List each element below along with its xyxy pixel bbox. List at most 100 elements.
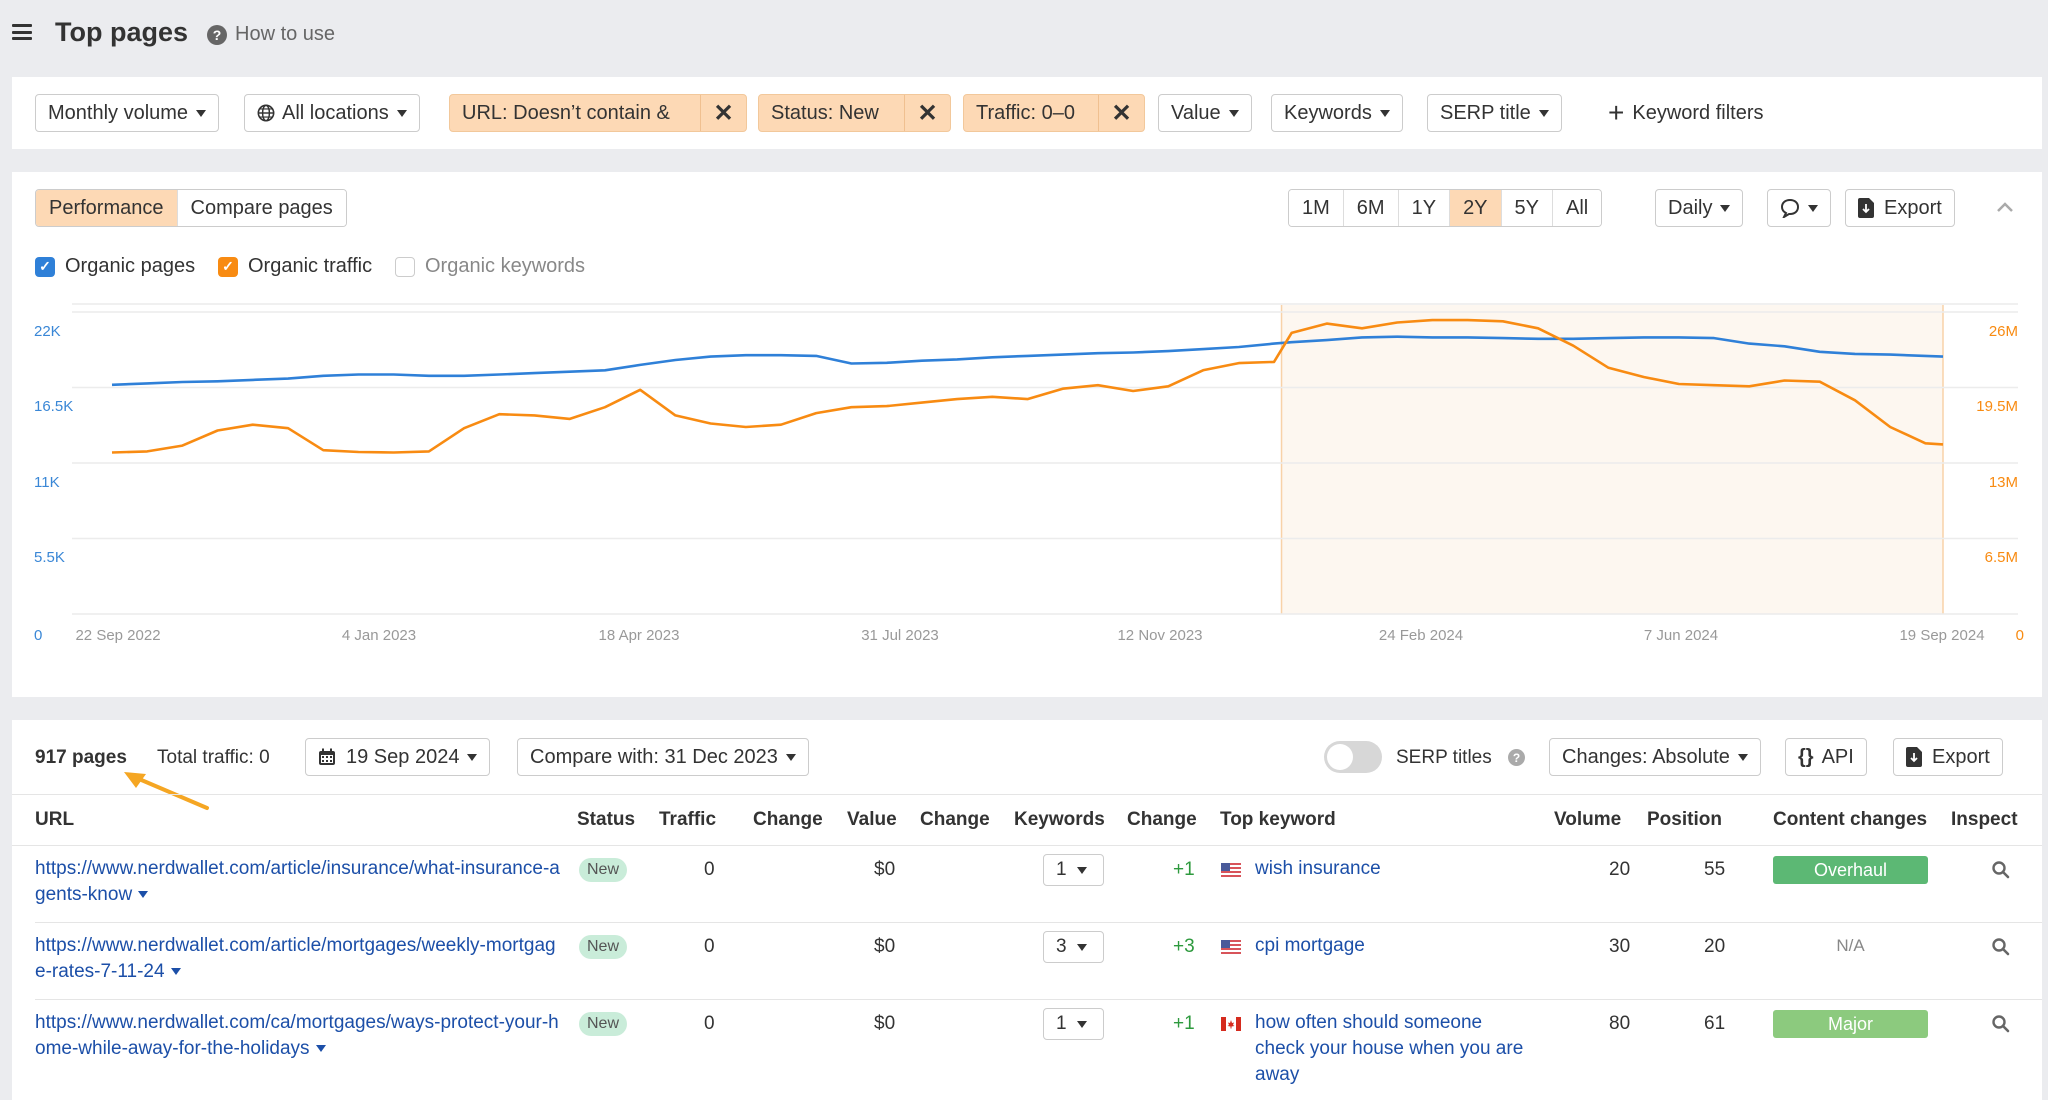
- content-change-badge[interactable]: Major: [1773, 1010, 1928, 1038]
- keywords-count-dropdown[interactable]: 1: [1043, 854, 1104, 886]
- keywords-count-dropdown[interactable]: 1: [1043, 1008, 1104, 1040]
- ca-flag-icon: [1221, 1017, 1241, 1031]
- keyword-filters-label: Keyword filters: [1632, 102, 1763, 125]
- url-text: https://www.nerdwallet.com/article/mortg…: [35, 935, 556, 982]
- changes-dropdown[interactable]: Changes: Absolute: [1549, 738, 1761, 776]
- caret-down-icon: [1380, 110, 1390, 117]
- col-inspect: Inspect: [1951, 809, 2018, 831]
- inspect-search-icon[interactable]: [1991, 937, 2011, 957]
- col-value[interactable]: Value: [847, 809, 897, 831]
- col-traffic[interactable]: Traffic: [659, 809, 716, 831]
- caret-down-icon: [1077, 1021, 1087, 1028]
- remove-filter-icon[interactable]: ✕: [904, 95, 950, 131]
- col-content-changes[interactable]: Content changes: [1773, 809, 1927, 831]
- globe-icon: [257, 104, 275, 122]
- divider: [12, 794, 2042, 795]
- date-picker[interactable]: 19 Sep 2024: [305, 738, 490, 776]
- divider: [35, 922, 2042, 923]
- inspect-search-icon[interactable]: [1991, 1014, 2011, 1034]
- status-badge: New: [579, 935, 627, 959]
- divider: [12, 845, 2042, 846]
- hamburger-menu-icon[interactable]: [12, 24, 32, 40]
- caret-down-icon: [1738, 754, 1748, 761]
- api-label: API: [1822, 746, 1854, 769]
- remove-filter-icon[interactable]: ✕: [1098, 95, 1144, 131]
- col-traffic-change[interactable]: Change: [753, 809, 823, 831]
- locations-dropdown[interactable]: All locations: [244, 94, 420, 132]
- filter-bar: Monthly volume All locations URL: Doesn’…: [12, 77, 2042, 149]
- position-value: 61: [1704, 1013, 1725, 1035]
- filter-chip-label: Status: New: [759, 95, 904, 131]
- status-badge: New: [579, 858, 627, 882]
- filter-chip-url[interactable]: URL: Doesn’t contain & ✕: [449, 94, 747, 132]
- how-to-use-link[interactable]: ? How to use: [207, 23, 335, 46]
- serp-title-label: SERP title: [1440, 102, 1531, 125]
- caret-down-icon[interactable]: [138, 891, 148, 898]
- caret-down-icon: [467, 754, 477, 761]
- filter-chip-status[interactable]: Status: New ✕: [758, 94, 951, 132]
- filter-chip-label: URL: Doesn’t contain &: [450, 95, 700, 131]
- col-keywords[interactable]: Keywords: [1014, 809, 1105, 831]
- content-change-na: N/A: [1773, 936, 1928, 956]
- inspect-search-icon[interactable]: [1991, 860, 2011, 880]
- filter-chip-traffic[interactable]: Traffic: 0–0 ✕: [963, 94, 1145, 132]
- value-label: Value: [1171, 102, 1221, 125]
- keywords-change: +1: [1173, 859, 1195, 881]
- compare-with-dropdown[interactable]: Compare with: 31 Dec 2023: [517, 738, 809, 776]
- top-keyword-link[interactable]: cpi mortgage: [1255, 933, 1535, 959]
- volume-value: 30: [1609, 936, 1630, 958]
- divider: [35, 999, 2042, 1000]
- col-status[interactable]: Status: [577, 809, 635, 831]
- top-pages-table-panel: 917 pages Total traffic: 0 19 Sep 2024 C…: [12, 720, 2042, 1100]
- keywords-count: 1: [1056, 1013, 1067, 1035]
- traffic-value: 0: [704, 1013, 715, 1035]
- help-icon[interactable]: ?: [1508, 749, 1525, 766]
- top-keyword-link[interactable]: how often should someone check your hous…: [1255, 1010, 1535, 1088]
- remove-filter-icon[interactable]: ✕: [700, 95, 746, 131]
- changes-label: Changes: Absolute: [1562, 746, 1730, 769]
- table-export-button[interactable]: Export: [1893, 738, 2003, 776]
- col-value-change[interactable]: Change: [920, 809, 990, 831]
- caret-down-icon: [1539, 110, 1549, 117]
- comparison-range-highlight: [1282, 305, 1943, 614]
- total-traffic: Total traffic: 0: [157, 747, 270, 769]
- performance-chart-panel: Performance Compare pages 1M 6M 1Y 2Y 5Y…: [12, 172, 2042, 697]
- serp-title-dropdown[interactable]: SERP title: [1427, 94, 1562, 132]
- volume-value: 20: [1609, 859, 1630, 881]
- row-url-link[interactable]: https://www.nerdwallet.com/ca/mortgages/…: [35, 1010, 565, 1062]
- top-keyword-link[interactable]: wish insurance: [1255, 856, 1535, 882]
- api-button[interactable]: {} API: [1785, 738, 1867, 776]
- caret-down-icon[interactable]: [316, 1045, 326, 1052]
- us-flag-icon: [1221, 940, 1241, 954]
- serp-titles-toggle[interactable]: [1324, 741, 1382, 773]
- value-dropdown[interactable]: Value: [1158, 94, 1252, 132]
- calendar-icon: [318, 748, 336, 766]
- keywords-count-dropdown[interactable]: 3: [1043, 931, 1104, 963]
- how-to-use-label: How to use: [235, 23, 335, 46]
- keywords-dropdown[interactable]: Keywords: [1271, 94, 1403, 132]
- keyword-filters-button[interactable]: + Keyword filters: [1596, 94, 1776, 132]
- monthly-volume-dropdown[interactable]: Monthly volume: [35, 94, 219, 132]
- col-keywords-change[interactable]: Change: [1127, 809, 1197, 831]
- row-url-link[interactable]: https://www.nerdwallet.com/article/mortg…: [35, 933, 565, 985]
- page-title: Top pages: [55, 17, 188, 48]
- annotation-arrow-icon: [112, 768, 222, 818]
- traffic-value: 0: [704, 936, 715, 958]
- url-text: https://www.nerdwallet.com/article/insur…: [35, 858, 560, 905]
- caret-down-icon: [1229, 110, 1239, 117]
- col-volume[interactable]: Volume: [1554, 809, 1621, 831]
- keywords-change: +1: [1173, 1013, 1195, 1035]
- us-flag-icon: [1221, 863, 1241, 877]
- row-url-link[interactable]: https://www.nerdwallet.com/article/insur…: [35, 856, 565, 908]
- locations-label: All locations: [282, 102, 389, 125]
- col-url[interactable]: URL: [35, 809, 74, 831]
- col-position[interactable]: Position: [1647, 809, 1722, 831]
- value-amount: $0: [874, 1013, 895, 1035]
- keywords-count: 1: [1056, 859, 1067, 881]
- value-amount: $0: [874, 859, 895, 881]
- caret-down-icon[interactable]: [171, 968, 181, 975]
- value-amount: $0: [874, 936, 895, 958]
- content-change-badge[interactable]: Overhaul: [1773, 856, 1928, 884]
- chart-plot[interactable]: [12, 172, 2042, 697]
- col-top-keyword[interactable]: Top keyword: [1220, 809, 1336, 831]
